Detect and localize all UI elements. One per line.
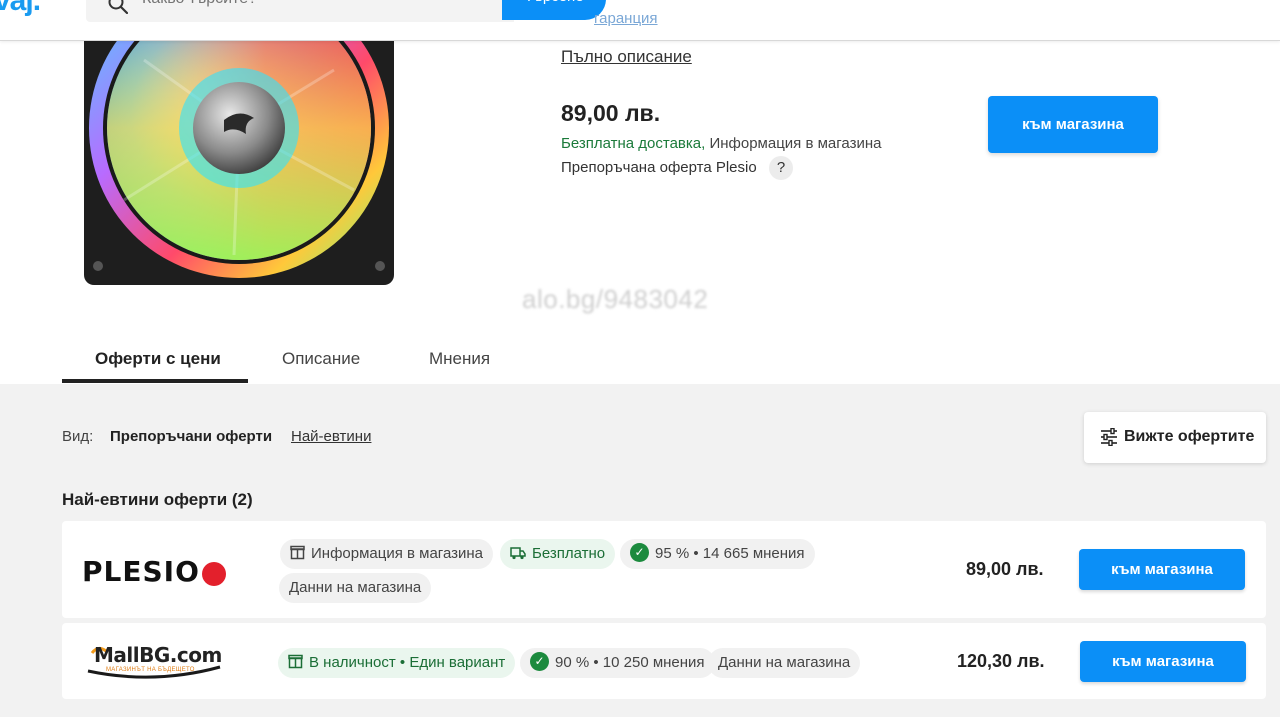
free-delivery-chip: Безплатно <box>500 539 616 569</box>
tab-reviews[interactable]: Мнения <box>429 349 490 369</box>
rating-chip[interactable]: ✓ 95 % • 14 665 мнения <box>620 539 815 569</box>
chip-text: Информация в магазина <box>311 545 483 562</box>
view-label: Вид: <box>62 428 94 445</box>
mallbg-logo[interactable]: MallBG.com МАГАЗИНЪТ НА БЪДЕЩЕТО <box>84 641 224 681</box>
store-data-chip[interactable]: Данни на магазина <box>708 648 861 678</box>
offer-price: 120,30 лв. <box>957 651 1045 671</box>
store-data-chip[interactable]: Данни на магазина <box>279 573 432 603</box>
chip-text: Данни на магазина <box>289 579 422 596</box>
go-to-store-button[interactable]: към магазина <box>1080 641 1246 682</box>
in-stock-chip: В наличност • Един вариант <box>278 648 516 678</box>
go-to-store-button[interactable]: към магазина <box>1079 549 1245 590</box>
search-icon <box>108 0 128 14</box>
product-image[interactable] <box>84 0 394 285</box>
help-icon[interactable]: ? <box>769 156 793 180</box>
cheapest-offers-title: Най-евтини оферти (2) <box>62 490 253 509</box>
rating-chip[interactable]: ✓ 90 % • 10 250 мнения <box>520 648 715 678</box>
view-cheapest[interactable]: Най-евтини <box>291 428 371 445</box>
store-name: PLESIO <box>82 555 200 588</box>
check-icon: ✓ <box>630 543 649 563</box>
view-recommended[interactable]: Препоръчани оферти <box>110 428 272 445</box>
tab-description[interactable]: Описание <box>282 349 360 369</box>
product-price: 89,00 лв. <box>561 100 661 126</box>
watermark: alo.bg/9483042 <box>522 284 709 314</box>
search-box[interactable] <box>86 0 514 22</box>
box-icon <box>290 545 305 560</box>
chip-text: В наличност • Един вариант <box>309 654 506 671</box>
plesio-dot-icon <box>202 561 227 586</box>
search-input[interactable] <box>142 0 482 8</box>
chip-text: Безплатно <box>532 545 606 562</box>
delivery-store-info: Информация в магазина <box>709 135 882 152</box>
delivery-info: Безплатна доставка, Информация в магазин… <box>561 135 881 152</box>
sliders-icon <box>1101 428 1117 446</box>
filter-label: Вижте офертите <box>1124 428 1255 445</box>
store-name: MallBG.com <box>94 643 222 667</box>
full-description-link[interactable]: Пълно описание <box>561 47 692 67</box>
truck-icon <box>510 546 526 559</box>
search-button[interactable]: Търсене <box>502 0 606 20</box>
recommended-offer: Препоръчана оферта Plesio <box>561 159 757 176</box>
go-to-store-button[interactable]: към магазина <box>988 96 1158 153</box>
tab-offers[interactable]: Оферти с цени <box>95 349 221 369</box>
warranty-link[interactable]: гаранция <box>594 10 658 27</box>
free-delivery-label: Безплатна доставка, <box>561 135 706 152</box>
chip-text: Данни на магазина <box>718 654 851 671</box>
box-icon <box>288 654 303 669</box>
see-offers-filter-button[interactable]: Вижте офертите <box>1084 412 1266 463</box>
store-tagline: МАГАЗИНЪТ НА БЪДЕЩЕТО <box>106 667 195 673</box>
chip-text: 95 % • 14 665 мнения <box>655 545 805 562</box>
offer-card: MallBG.com МАГАЗИНЪТ НА БЪДЕЩЕТО В налич… <box>62 623 1266 699</box>
plesio-logo[interactable]: PLESIO <box>82 555 227 588</box>
check-icon: ✓ <box>530 652 549 672</box>
store-info-chip: Информация в магазина <box>280 539 493 569</box>
site-logo[interactable]: vaj. <box>0 0 41 18</box>
chip-text: 90 % • 10 250 мнения <box>555 654 705 671</box>
active-tab-indicator <box>62 379 248 383</box>
offer-card: PLESIO Информация в магазина Безплатно ✓… <box>62 521 1266 618</box>
offer-price: 89,00 лв. <box>966 559 1044 579</box>
